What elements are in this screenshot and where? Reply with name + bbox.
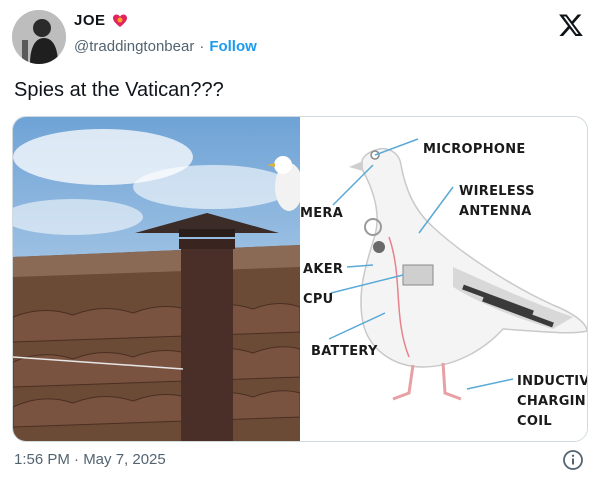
heart-icon [112,13,128,29]
label-battery: BATTERY [311,344,378,359]
label-camera: MERA [300,206,343,221]
display-name[interactable]: JOE [74,12,106,29]
label-inductive-line1: INDUCTIV [517,374,587,389]
tweet-media[interactable]: MICROPHONE WIRELESS ANTENNA MERA AKER CP… [12,116,588,442]
label-wireless-line1: WIRELESS [459,184,535,199]
separator-dot: · [199,38,205,55]
label-inductive-line3: COIL [517,414,552,429]
label-microphone: MICROPHONE [423,142,526,157]
label-speaker: AKER [303,262,343,277]
label-inductive-line2: CHARGIN [517,394,586,409]
follow-button[interactable]: Follow [209,38,257,55]
x-logo-icon[interactable] [558,12,584,38]
tweet-text: Spies at the Vatican??? [14,79,224,101]
author-name-row: JOE [74,12,128,29]
handle-row: @traddingtonbear · Follow [74,38,257,55]
avatar-image [12,10,66,64]
label-wireless-line2: ANTENNA [459,204,532,219]
pigeon-diagram: MICROPHONE WIRELESS ANTENNA MERA AKER CP… [300,117,587,441]
tweet-timestamp[interactable]: 1:56 PM · May 7, 2025 [14,451,166,468]
media-image: MICROPHONE WIRELESS ANTENNA MERA AKER CP… [13,117,587,441]
avatar[interactable] [12,10,66,64]
label-cpu: CPU [303,292,334,307]
photo-panel [13,117,303,441]
author-handle[interactable]: @traddingtonbear [74,38,194,55]
info-icon[interactable] [562,449,584,471]
